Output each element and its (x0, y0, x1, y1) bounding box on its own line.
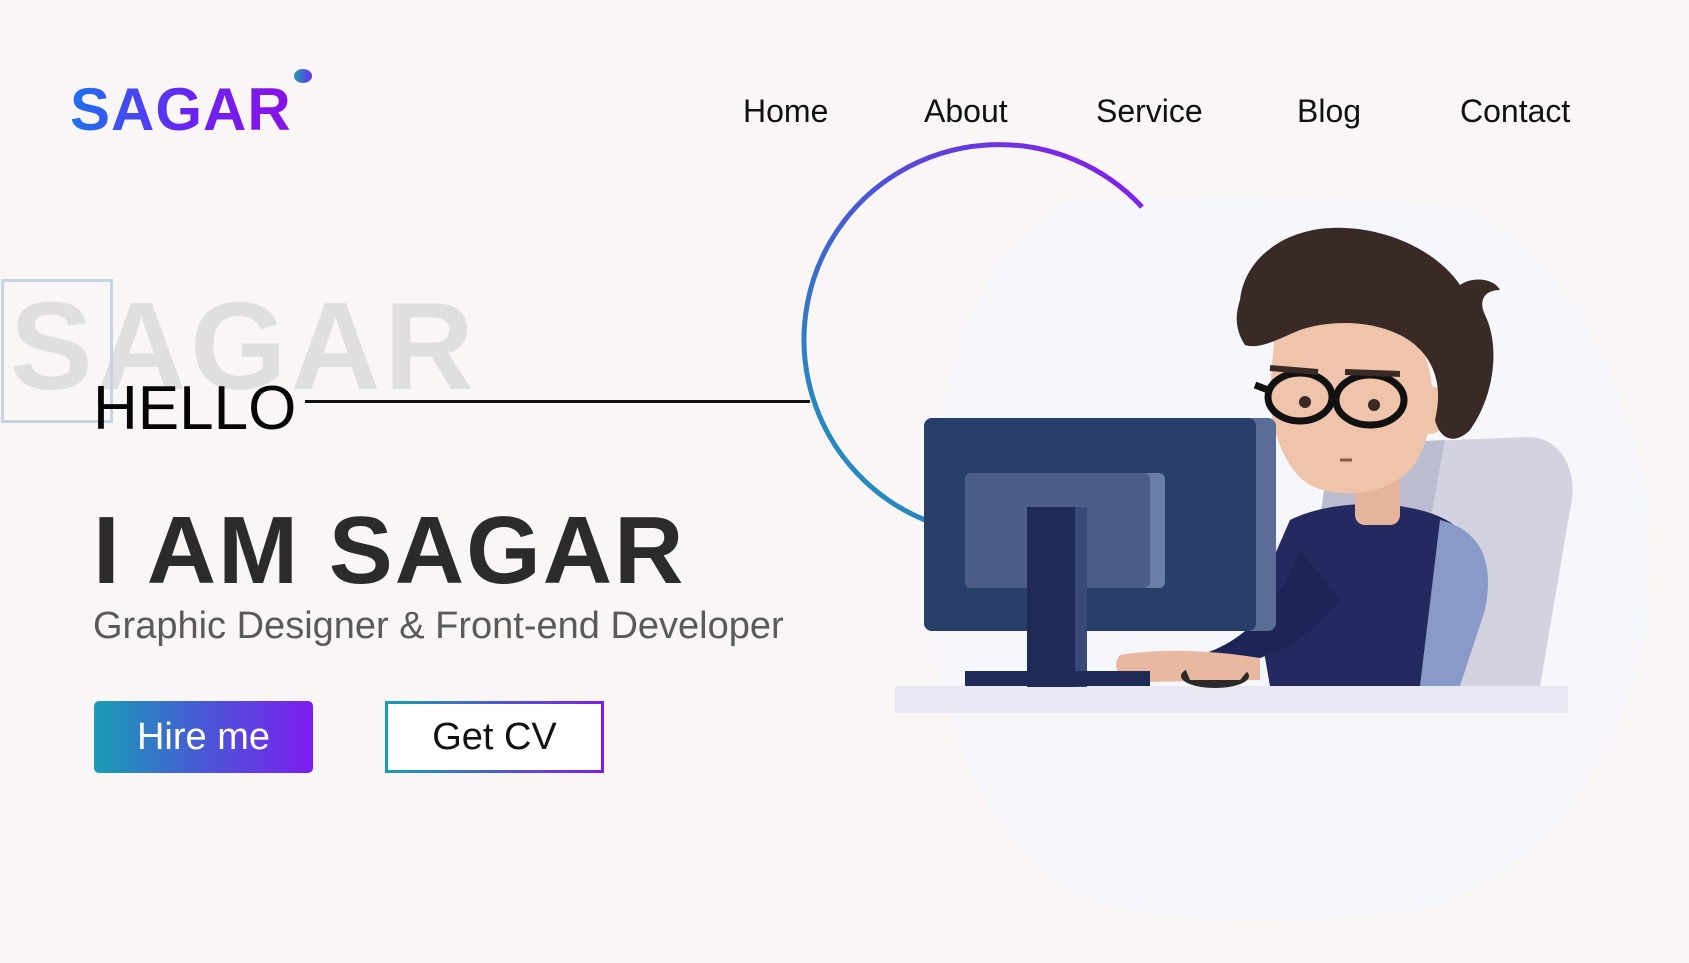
greeting-underline (305, 400, 810, 403)
page: SAGAR Home About Service Blog Contact SA… (0, 0, 1689, 963)
monitor-base (965, 671, 1150, 686)
nav-service[interactable]: Service (1096, 95, 1203, 127)
get-cv-button[interactable]: Get CV (385, 701, 604, 773)
desk (895, 686, 1568, 713)
nav-contact[interactable]: Contact (1460, 95, 1570, 127)
main-nav: Home About Service Blog Contact (0, 95, 1689, 135)
hire-me-button[interactable]: Hire me (94, 701, 313, 773)
nav-home[interactable]: Home (743, 95, 828, 127)
hero-title: I AM SAGAR (93, 497, 686, 604)
character-face (1270, 316, 1433, 494)
logo-dot-icon (294, 69, 312, 83)
hero-subtitle: Graphic Designer & Front-end Developer (93, 605, 784, 647)
nav-about[interactable]: About (924, 95, 1008, 127)
developer-illustration (801, 142, 1650, 920)
greeting: HELLO (93, 374, 297, 443)
nav-blog[interactable]: Blog (1297, 95, 1361, 127)
